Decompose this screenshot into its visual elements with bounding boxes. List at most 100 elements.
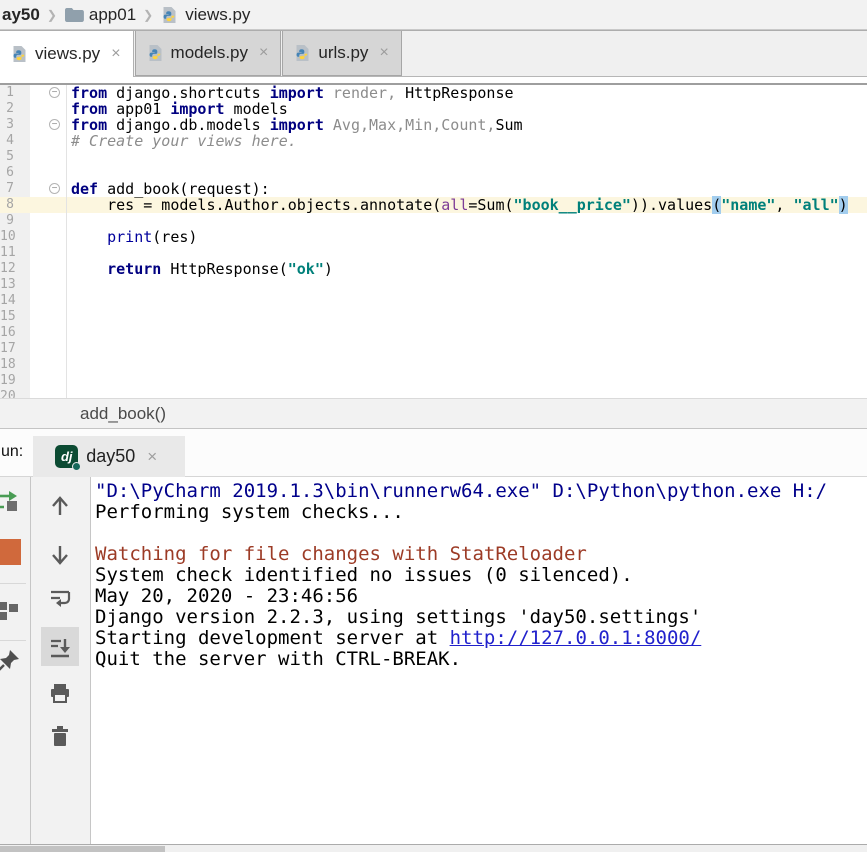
- line-number: 18: [0, 357, 30, 373]
- code-line[interactable]: 12 return HttpResponse("ok"): [0, 261, 867, 277]
- editor-tab-models.py[interactable]: models.py×: [135, 31, 282, 76]
- fold-column: [30, 389, 67, 398]
- close-icon[interactable]: ×: [259, 44, 268, 62]
- code-line[interactable]: 2 from app01 import models: [0, 101, 867, 117]
- code-line[interactable]: 16: [0, 325, 867, 341]
- editor-tab-urls.py[interactable]: urls.py ×: [282, 31, 401, 76]
- down-button[interactable]: [47, 542, 73, 568]
- code-line[interactable]: 13: [0, 277, 867, 293]
- run-console-area: "D:\PyCharm 2019.1.3\bin\runnerw64.exe" …: [0, 477, 867, 844]
- console-line: "D:\PyCharm 2019.1.3\bin\runnerw64.exe" …: [95, 481, 867, 502]
- fold-column: [30, 309, 67, 325]
- restore-layout-button[interactable]: [0, 598, 21, 624]
- fold-column: [30, 133, 67, 149]
- code-line[interactable]: 3−from django.db.models import Avg,Max,M…: [0, 117, 867, 133]
- pin-button[interactable]: [0, 648, 21, 674]
- code-text: [67, 213, 867, 229]
- console-text: Performing system checks...: [95, 501, 404, 523]
- tab-label: urls.py: [318, 43, 368, 63]
- code-line[interactable]: 7−def add_book(request):: [0, 181, 867, 197]
- running-indicator-dot: [72, 462, 81, 471]
- breadcrumb-label: app01: [89, 5, 136, 25]
- soft-wrap-icon: [48, 586, 72, 610]
- line-number: 5: [0, 149, 30, 165]
- close-icon[interactable]: ×: [379, 44, 388, 62]
- fold-icon[interactable]: −: [49, 183, 60, 194]
- function-breadcrumb-bar: add_book(): [0, 398, 867, 429]
- console-toolbar: [31, 477, 91, 844]
- console-text: Quit the server with CTRL-BREAK.: [95, 648, 461, 670]
- python-file-icon: [160, 6, 180, 23]
- run-tab-day50[interactable]: dj day50 ×: [33, 436, 185, 477]
- code-line[interactable]: 8 res = models.Author.objects.annotate(a…: [0, 197, 867, 213]
- print-icon: [48, 681, 72, 705]
- fold-column: −: [30, 85, 67, 101]
- editor-tab-views.py[interactable]: views.py×: [0, 31, 134, 77]
- breadcrumb-item-app01[interactable]: app01: [64, 5, 136, 25]
- toolbar-divider: [0, 583, 26, 584]
- line-number: 3: [0, 117, 30, 133]
- fold-column: [30, 293, 67, 309]
- fold-column: [30, 341, 67, 357]
- fold-column: [30, 101, 67, 117]
- code-line[interactable]: 1−from django.shortcuts import render, H…: [0, 85, 867, 101]
- close-icon[interactable]: ×: [111, 45, 120, 63]
- breadcrumb-item-day50[interactable]: ay50: [2, 5, 40, 25]
- scroll-to-end-icon: [48, 636, 72, 660]
- code-line[interactable]: 19: [0, 373, 867, 389]
- console-text: May 20, 2020 - 23:46:56: [95, 585, 358, 607]
- scrollbar-thumb[interactable]: [0, 846, 165, 852]
- code-text: [67, 341, 867, 357]
- console-text: "D:\PyCharm 2019.1.3\bin\runnerw64.exe" …: [95, 480, 827, 502]
- breadcrumb-item-views[interactable]: views.py: [160, 5, 250, 25]
- console-text: Watching for file changes with StatReloa…: [95, 543, 587, 565]
- code-line[interactable]: 11: [0, 245, 867, 261]
- code-line[interactable]: 5: [0, 149, 867, 165]
- fold-icon[interactable]: −: [49, 87, 60, 98]
- server-url-link[interactable]: http://127.0.0.1:8000/: [450, 627, 702, 649]
- code-editor[interactable]: 1−from django.shortcuts import render, H…: [0, 85, 867, 398]
- close-icon[interactable]: ×: [147, 447, 157, 467]
- code-line[interactable]: 14: [0, 293, 867, 309]
- stop-button[interactable]: [0, 539, 21, 565]
- line-number: 12: [0, 261, 30, 277]
- code-text: from app01 import models: [67, 101, 867, 117]
- soft-wrap-button[interactable]: [47, 585, 73, 611]
- code-line[interactable]: 17: [0, 341, 867, 357]
- code-text: [67, 293, 867, 309]
- scroll-to-end-button[interactable]: [47, 635, 73, 661]
- run-controls-toolbar: [0, 477, 31, 844]
- fold-column: [30, 373, 67, 389]
- function-breadcrumb[interactable]: add_book(): [80, 404, 166, 424]
- rerun-button[interactable]: [0, 488, 21, 514]
- up-button[interactable]: [47, 493, 73, 519]
- print-button[interactable]: [47, 680, 73, 706]
- horizontal-scrollbar[interactable]: [0, 844, 867, 852]
- code-text: [67, 309, 867, 325]
- console-line: Django version 2.2.3, using settings 'da…: [95, 607, 867, 628]
- console-line: Quit the server with CTRL-BREAK.: [95, 649, 867, 670]
- line-number: 13: [0, 277, 30, 293]
- code-line[interactable]: 4# Create your views here.: [0, 133, 867, 149]
- code-text: [67, 325, 867, 341]
- clear-icon: [48, 724, 72, 748]
- console-output[interactable]: "D:\PyCharm 2019.1.3\bin\runnerw64.exe" …: [91, 477, 867, 844]
- fold-icon[interactable]: −: [49, 119, 60, 130]
- run-tab-label: day50: [86, 446, 135, 467]
- code-line[interactable]: 20: [0, 389, 867, 398]
- code-text: [67, 389, 867, 398]
- code-line[interactable]: 18: [0, 357, 867, 373]
- clear-button[interactable]: [47, 723, 73, 749]
- code-line[interactable]: 15: [0, 309, 867, 325]
- code-line[interactable]: 10 print(res): [0, 229, 867, 245]
- code-line[interactable]: 9: [0, 213, 867, 229]
- code-text: [67, 357, 867, 373]
- line-number: 4: [0, 133, 30, 149]
- line-number: 2: [0, 101, 30, 117]
- fold-column: −: [30, 181, 67, 197]
- console-line: May 20, 2020 - 23:46:56: [95, 586, 867, 607]
- code-line[interactable]: 6: [0, 165, 867, 181]
- line-number: 9: [0, 213, 30, 229]
- line-number: 6: [0, 165, 30, 181]
- line-number: 17: [0, 341, 30, 357]
